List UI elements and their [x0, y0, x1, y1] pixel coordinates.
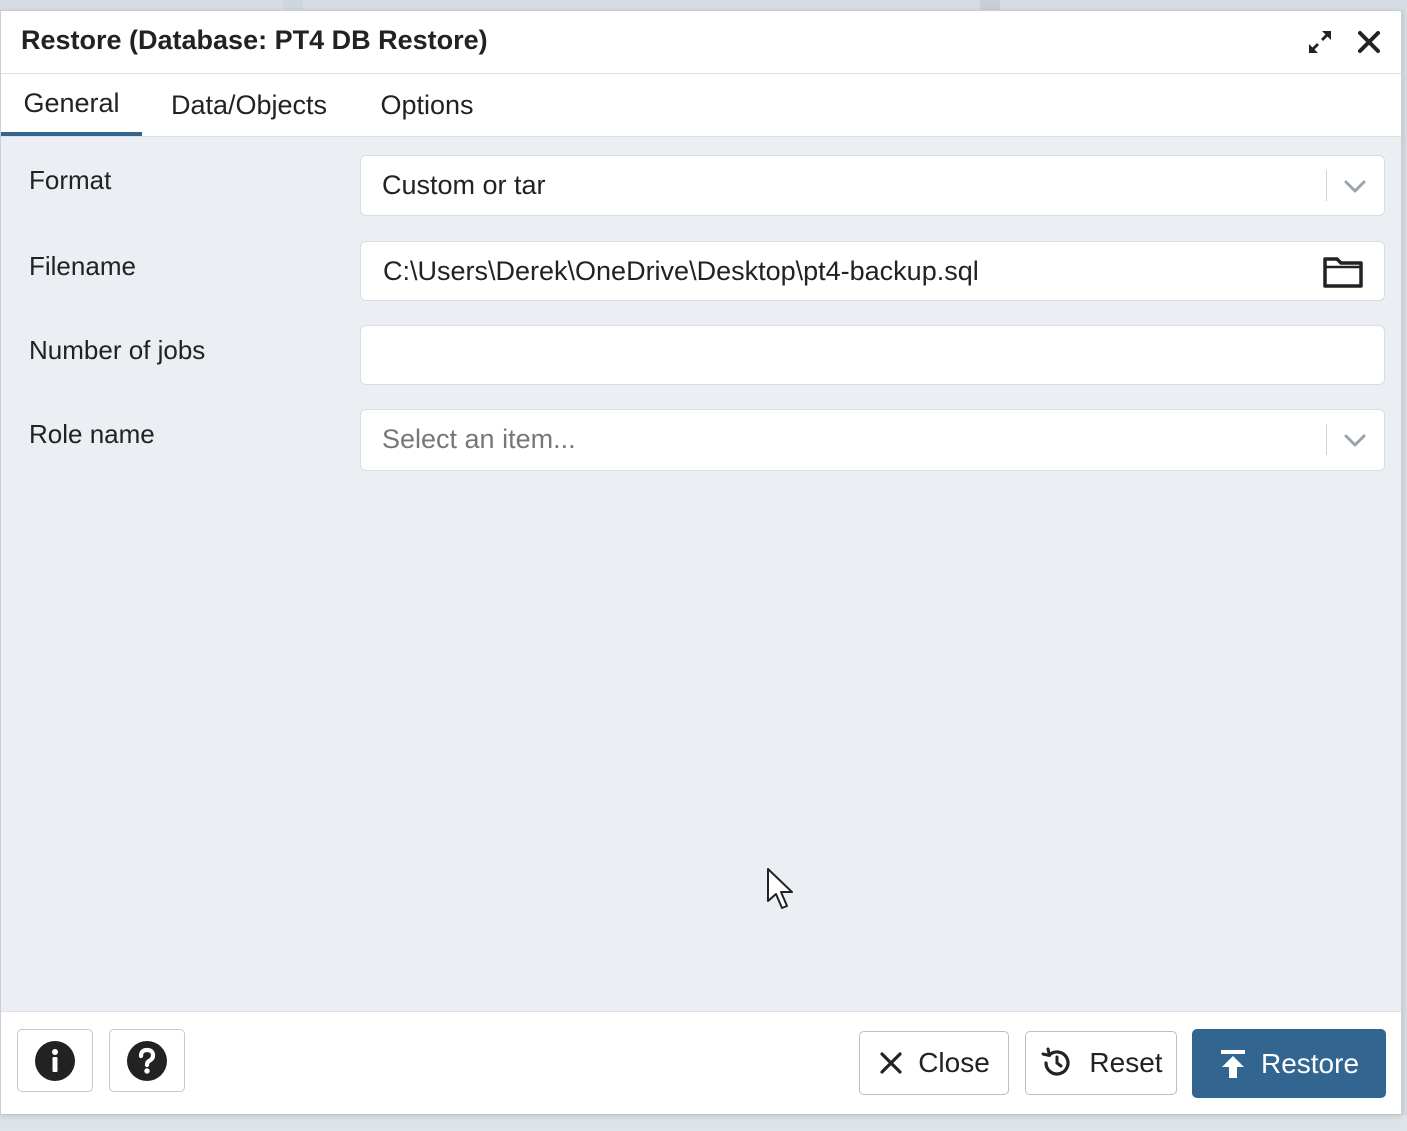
close-icon: [878, 1050, 904, 1076]
dialog-footer: Close Reset Restore: [1, 1011, 1401, 1114]
filename-label: Filename: [29, 251, 136, 281]
background-app-strip-top: [980, 0, 1000, 10]
restore-button-label: Restore: [1260, 1047, 1360, 1079]
close-button-label: Close: [918, 1047, 990, 1078]
close-button[interactable]: Close: [859, 1031, 1009, 1095]
filename-field[interactable]: C:\Users\Derek\OneDrive\Desktop\pt4-back…: [360, 241, 1385, 301]
number-of-jobs-label: Number of jobs: [29, 335, 206, 365]
info-icon: [35, 1040, 75, 1081]
tab-bar: General Data/Objects Options: [1, 74, 1401, 137]
expand-icon: [1309, 31, 1331, 53]
tab-general[interactable]: General: [1, 74, 142, 136]
tab-options[interactable]: Options: [363, 74, 491, 136]
chevron-down-icon[interactable]: [1342, 427, 1368, 453]
close-icon: [1358, 31, 1380, 53]
reset-icon: [1039, 1045, 1075, 1081]
format-select-value: Custom or tar: [382, 170, 546, 200]
help-button[interactable]: [109, 1029, 185, 1092]
general-tab-panel: Format Custom or tar Filename C:\Users\D…: [1, 137, 1401, 1011]
select-separator: [1326, 170, 1327, 201]
select-separator: [1326, 424, 1327, 455]
reset-button[interactable]: Reset: [1025, 1031, 1177, 1095]
tab-data-objects[interactable]: Data/Objects: [151, 74, 347, 136]
role-name-placeholder: Select an item...: [382, 424, 576, 454]
number-of-jobs-input[interactable]: [360, 325, 1385, 385]
chevron-down-icon[interactable]: [1342, 173, 1368, 199]
role-name-label: Role name: [29, 419, 155, 449]
restore-button[interactable]: Restore: [1192, 1029, 1386, 1098]
mouse-cursor-icon: [767, 868, 793, 909]
help-icon: [127, 1040, 167, 1081]
filename-value: C:\Users\Derek\OneDrive\Desktop\pt4-back…: [383, 256, 979, 286]
dialog-titlebar[interactable]: Restore (Database: PT4 DB Restore): [1, 11, 1401, 74]
dialog-title: Restore (Database: PT4 DB Restore): [21, 25, 488, 55]
reset-button-label: Reset: [1089, 1047, 1163, 1078]
maximize-button[interactable]: [1304, 25, 1336, 59]
info-button[interactable]: [17, 1029, 93, 1092]
folder-icon[interactable]: [1322, 254, 1364, 290]
background-app-strip-bottom: [0, 1115, 1407, 1131]
role-name-select[interactable]: Select an item...: [360, 409, 1385, 471]
format-label: Format: [29, 165, 112, 195]
upload-icon: [1219, 1048, 1247, 1080]
format-select[interactable]: Custom or tar: [360, 155, 1385, 216]
restore-dialog: Restore (Database: PT4 DB Restore) Gener…: [0, 10, 1402, 1114]
close-dialog-button[interactable]: [1353, 25, 1385, 59]
